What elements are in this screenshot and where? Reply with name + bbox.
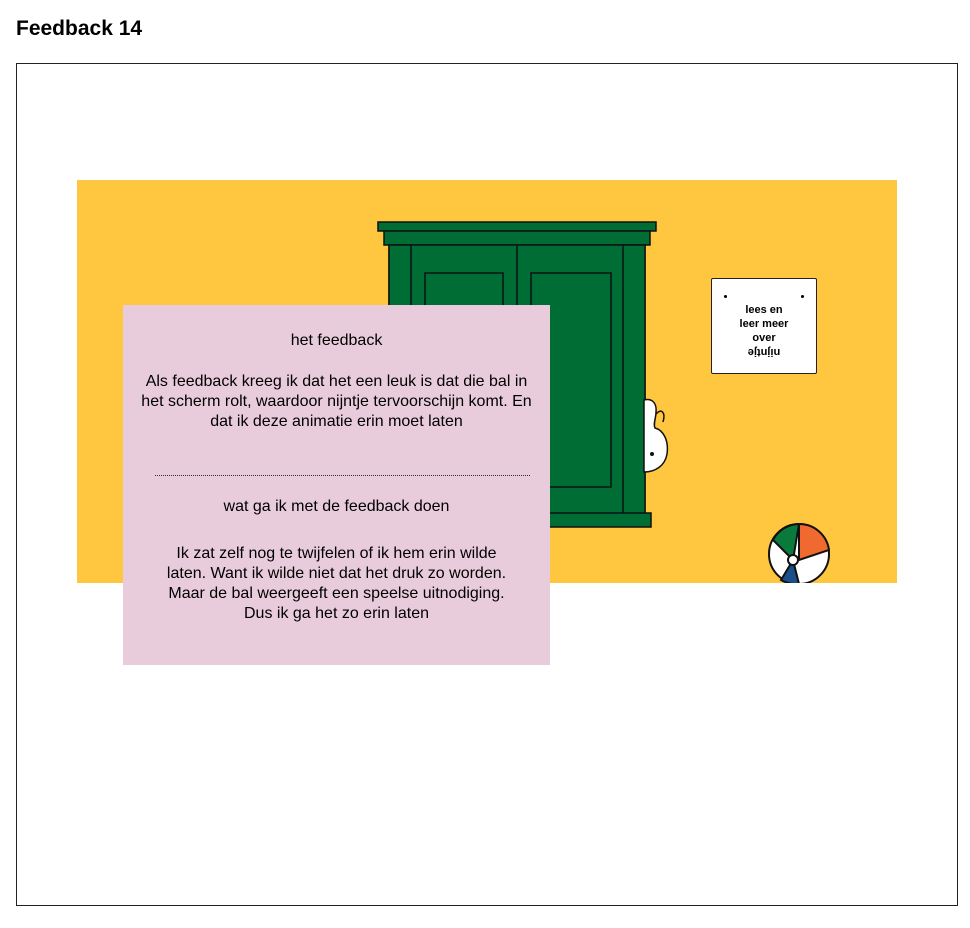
page-title: Feedback 14 — [16, 17, 143, 40]
card-heading-feedback: het feedback — [290, 332, 383, 349]
sign-line-3: over — [752, 332, 776, 344]
card-body-action: Ik zat zelf nog te twijfelen of ik hem e… — [166, 545, 507, 622]
info-sign: lees en leer meer over nijntje — [711, 278, 817, 374]
card-heading-action: wat ga ik met de feedback doen — [223, 498, 450, 515]
sign-line-4-flipped: nijntje — [747, 346, 781, 358]
divider — [155, 475, 530, 476]
sign-line-2: leer meer — [739, 318, 789, 330]
feedback-card: het feedback Als feedback kreeg ik dat h… — [123, 305, 550, 665]
card-body-feedback: Als feedback kreeg ik dat het een leuk i… — [141, 373, 532, 430]
bunny-ear-icon — [643, 398, 669, 473]
sign-line-1: lees en — [745, 304, 783, 316]
beach-ball-icon — [768, 522, 831, 583]
